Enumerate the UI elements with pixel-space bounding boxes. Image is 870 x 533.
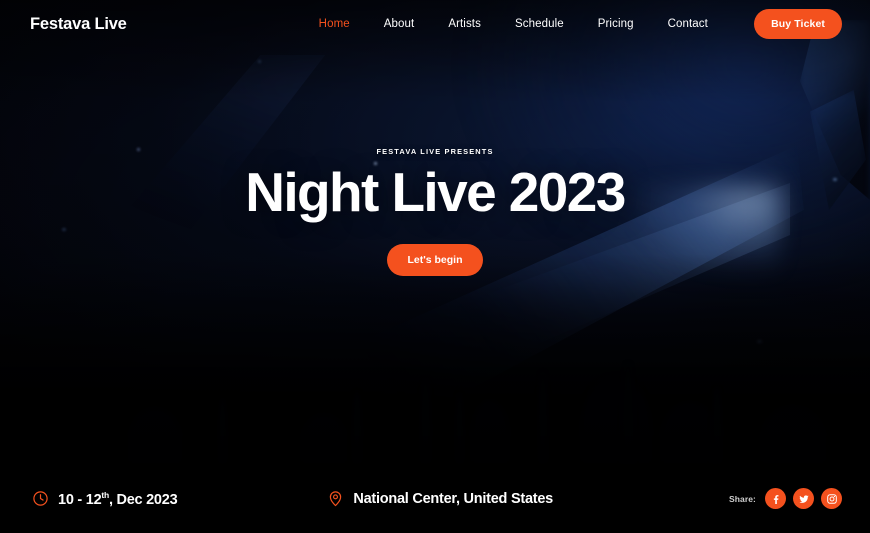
event-info-bar: 10 - 12th, Dec 2023 National Center, Uni… <box>0 464 870 533</box>
facebook-share-button[interactable] <box>765 488 786 509</box>
share-label: Share: <box>728 493 756 504</box>
nav-item-contact[interactable]: Contact <box>651 12 725 36</box>
event-date: 10 - 12th, Dec 2023 <box>32 489 178 508</box>
nav-item-artists[interactable]: Artists <box>431 12 498 36</box>
nav-item-pricing[interactable]: Pricing <box>581 12 651 36</box>
main-navigation: Home About Artists Schedule Pricing Cont… <box>302 12 725 36</box>
event-date-ordinal: th <box>101 489 109 500</box>
event-venue: National Center, United States <box>327 490 553 507</box>
event-date-rest: , Dec 2023 <box>108 491 178 508</box>
hero-eyebrow: FESTAVA LIVE PRESENTS <box>376 146 494 156</box>
hero-headline: Night Live 2023 <box>245 160 626 223</box>
instagram-icon <box>826 493 837 504</box>
event-date-text: 10 - 12th, Dec 2023 <box>58 489 178 508</box>
twitter-icon <box>798 494 809 503</box>
brand-logo[interactable]: Festava Live <box>30 15 127 34</box>
twitter-share-button[interactable] <box>793 488 814 509</box>
site-header: Festava Live Home About Artists Schedule… <box>0 0 870 48</box>
lets-begin-button[interactable]: Let's begin <box>387 243 483 276</box>
nav-item-home[interactable]: Home <box>302 12 367 36</box>
location-pin-icon <box>330 491 342 507</box>
event-venue-text: National Center, United States <box>353 490 553 507</box>
share-section: Share: <box>729 488 842 509</box>
nav-item-about[interactable]: About <box>367 12 432 36</box>
event-date-range: 10 - 12 <box>58 491 102 508</box>
hero-content: FESTAVA LIVE PRESENTS Night Live 2023 Le… <box>0 0 870 464</box>
facebook-icon <box>773 494 778 504</box>
buy-ticket-button[interactable]: Buy Ticket <box>754 9 842 39</box>
landing-page: Festava Live Home About Artists Schedule… <box>0 0 870 533</box>
nav-item-schedule[interactable]: Schedule <box>498 12 581 36</box>
clock-icon <box>33 491 48 506</box>
instagram-share-button[interactable] <box>821 488 842 509</box>
